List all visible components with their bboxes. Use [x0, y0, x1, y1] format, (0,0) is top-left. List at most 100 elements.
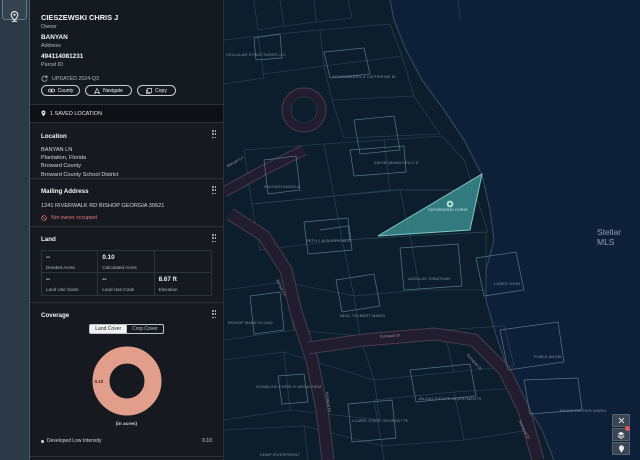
left-rail — [0, 0, 30, 460]
donut-data-label: 0.10 — [94, 379, 104, 384]
address-label: Address — [41, 43, 61, 49]
land-cell-label: Land Use Class — [46, 287, 79, 292]
parcel-label: LUBER JOHN — [494, 281, 521, 286]
coverage-donut-chart: 0.10 — [92, 346, 162, 416]
parcel-label: CELLULAR STRUCTURES LLC — [226, 52, 286, 57]
navigate-button-label: Navigate — [103, 87, 123, 94]
legend-name: Developed Low Intensity — [47, 438, 102, 444]
parcel-label: SCHAUMBERG & CATHERINE M — [332, 74, 396, 79]
mailing-address-value: 1241 RIVERWALK RD BISHOP GEORGIA 30621 — [41, 203, 165, 209]
legend-value: 0.10 — [202, 438, 212, 444]
app: CIESZEWSKI CHRIS J Owner BANYAN Address … — [0, 0, 640, 460]
map-canvas — [221, 0, 640, 460]
land-title: Land — [41, 236, 56, 243]
saved-locations-label: 1 SAVED LOCATION — [50, 110, 103, 117]
location-title: Location — [41, 133, 67, 140]
copy-icon — [146, 87, 153, 94]
parcel-label: ROJAS ESTHER MARIA — [560, 408, 607, 413]
parcel-label: AZOULAY JONATHAN — [408, 276, 451, 281]
mls-watermark: Stellar MLS — [597, 227, 622, 247]
land-menu-icon[interactable] — [212, 234, 217, 243]
land-cell-label: Deeded Acres — [46, 265, 75, 270]
parcel-id-label: Parcel ID — [41, 62, 64, 68]
land-cell — [154, 251, 211, 273]
land-grid: -- Deeded Acres 0.10 Calculated Acres -- La… — [41, 250, 212, 296]
copy-button[interactable]: Copy — [137, 85, 176, 96]
coverage-units: (in acres) — [115, 422, 138, 427]
mailing-address-title: Mailing Address — [41, 188, 89, 195]
parcel-label: BISHOP MADE HJ AND — [228, 320, 273, 325]
land-cell-value: -- — [46, 276, 51, 283]
navigate-button[interactable]: Navigate — [85, 85, 132, 96]
owner-label: Owner — [41, 24, 57, 30]
location-county: Broward County — [41, 163, 82, 170]
land-cell: 0.10 Calculated Acres — [98, 251, 155, 273]
county-button-label: County — [57, 87, 74, 94]
parcel-label: PUBLE ANGEL — [534, 354, 563, 359]
parcel-id: 494114081231 — [41, 53, 84, 60]
land-cell: -- Land Use Code — [98, 273, 155, 295]
action-buttons: County Navigate Copy — [41, 85, 213, 96]
tab-land-cover[interactable]: Land Cover — [89, 324, 128, 334]
parcel-label: ROCHER ANGELA — [264, 184, 300, 189]
map-pin-icon — [618, 444, 624, 453]
address-value: BANYAN — [41, 34, 68, 41]
coverage-tabs: Land Cover Crop Cover — [41, 324, 212, 334]
mailing-menu-icon[interactable] — [212, 186, 217, 195]
owner-occupied-warning: Not owner occupied — [41, 215, 212, 221]
parcel-label: SETH J M BORROWER — [306, 238, 352, 243]
mailing-address-card: Mailing Address 1241 RIVERWALK RD BISHOP… — [30, 178, 223, 226]
parcel-map[interactable]: CELLULAR STRUCTURES LLC SCHAUMBERG & CAT… — [221, 0, 640, 460]
saved-locations[interactable]: 1 SAVED LOCATION — [30, 104, 223, 122]
parcel-label: KOWALSKI CHRIS H MENACHEM — [256, 384, 322, 389]
tab-crop-cover[interactable]: Crop Cover — [127, 324, 164, 334]
legend-bullet-icon — [41, 439, 44, 443]
land-card: Land -- Deeded Acres 0.10 Calculated Acres… — [30, 226, 223, 302]
location-city: Plantation, Florida — [41, 155, 87, 162]
refresh-icon — [41, 75, 48, 82]
not-allowed-icon — [41, 215, 47, 221]
updated-row: UPDATED 2024-Q3 — [41, 75, 213, 82]
parcel-label: KEMP RIVERFRONT — [260, 452, 300, 457]
parcel-label-selected: CIESZEWSKI CHRIS — [428, 207, 468, 212]
land-cell-value: -- — [102, 276, 107, 283]
coverage-card: Coverage Land Cover Crop Cover 0.10 (in … — [30, 302, 223, 456]
location-street: BANYAN LN — [41, 147, 73, 153]
land-cell: 8.67 ft Elevation — [155, 273, 211, 295]
land-cell: -- Deeded Acres — [42, 251, 99, 273]
next-card-edge — [30, 456, 223, 460]
parcel-label: ZIEGELMANN KELLY E — [374, 160, 419, 165]
saved-pin-icon — [41, 110, 46, 117]
land-cell-label: Elevation — [158, 287, 178, 292]
location-lines: BANYAN LN Plantation, Florida Broward Co… — [41, 146, 212, 179]
land-cell-label: Land Use Code — [102, 287, 135, 292]
land-cell-label: Calculated Acres — [102, 265, 137, 270]
location-pin-button[interactable] — [2, 4, 27, 28]
land-cell: -- Land Use Class — [42, 273, 99, 295]
land-cell-value: 0.10 — [102, 254, 115, 261]
land-cell-value: -- — [46, 254, 51, 261]
property-panel: CIESZEWSKI CHRIS J Owner BANYAN Address … — [30, 0, 224, 460]
location-menu-icon[interactable] — [212, 130, 217, 139]
owner-occupied-text: Not owner occupied — [51, 215, 97, 222]
owner-name: CIESZEWSKI CHRIS J — [41, 13, 119, 22]
donut-slice — [92, 346, 161, 416]
coverage-legend-item: Developed Low Intensity 0.10 — [41, 438, 212, 444]
map-pin-button[interactable] — [612, 442, 630, 455]
updated-text: UPDATED 2024-Q3 — [52, 75, 100, 82]
location-pin-icon — [10, 10, 19, 22]
notification-dot — [625, 426, 630, 431]
coverage-menu-icon[interactable] — [212, 310, 217, 319]
land-cell-value: 8.67 ft — [158, 276, 177, 283]
property-header: CIESZEWSKI CHRIS J Owner BANYAN Address … — [30, 0, 223, 104]
link-icon — [47, 88, 55, 93]
layers-icon — [617, 431, 625, 439]
parcel-label: NEAL TOLBERT MARIA — [340, 313, 386, 318]
tools-icon — [618, 417, 624, 424]
copy-button-label: Copy — [155, 87, 167, 94]
parcel-label: JALZIAL ESTATE INVESTMENTS — [418, 396, 482, 401]
county-button[interactable]: County — [41, 85, 80, 96]
coverage-title: Coverage — [41, 312, 70, 319]
location-card: Location BANYAN LN Plantation, Florida B… — [30, 122, 223, 178]
navigate-icon — [94, 87, 101, 94]
